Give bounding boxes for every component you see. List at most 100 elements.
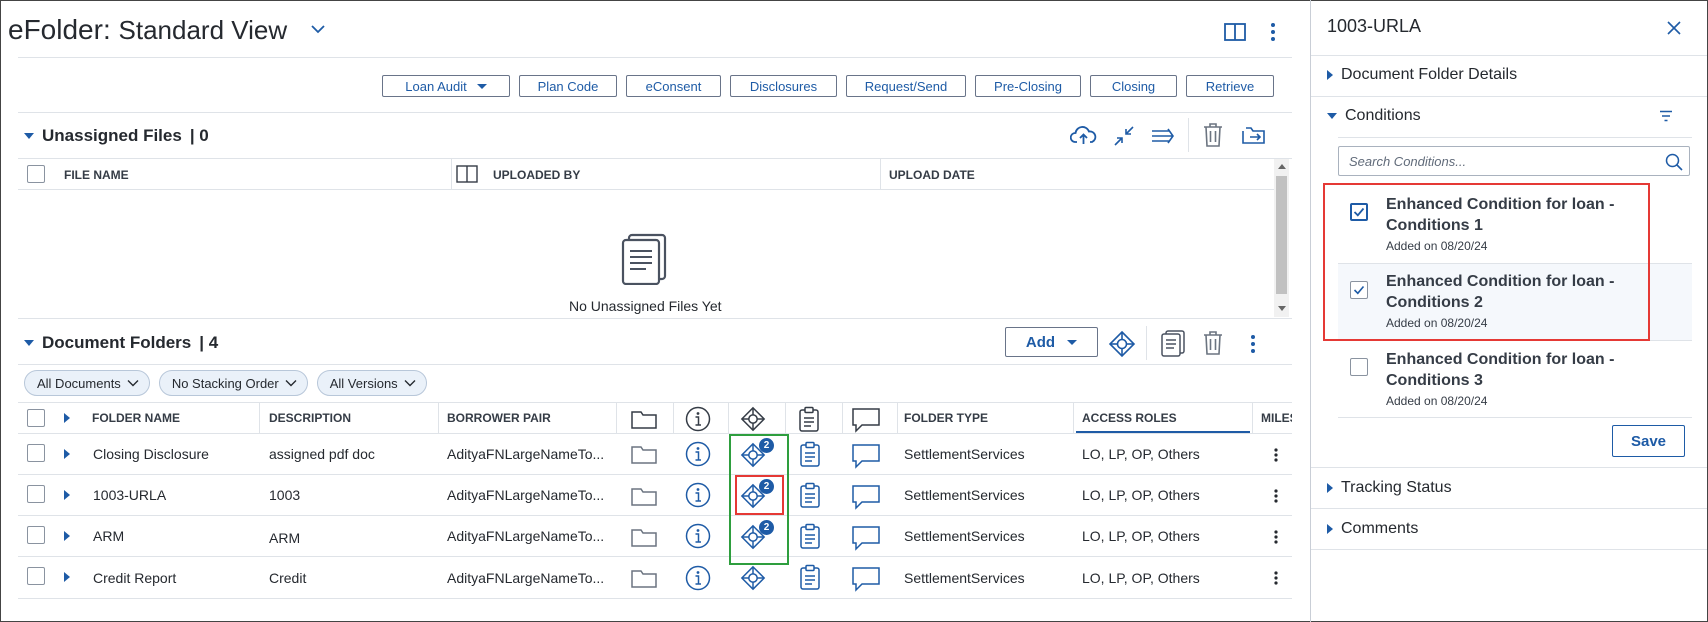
documents-stack-icon[interactable] — [1160, 329, 1186, 357]
conditions-icon[interactable] — [740, 565, 766, 591]
row-more-options-icon[interactable] — [1274, 571, 1278, 585]
document-folder-details-section[interactable]: Document Folder Details — [1327, 66, 1517, 84]
column-divider — [842, 403, 843, 433]
add-label: Add — [1025, 333, 1056, 351]
section-label: Tracking Status — [1341, 479, 1452, 496]
filter-icon[interactable] — [1659, 110, 1673, 122]
tracking-status-section[interactable]: Tracking Status — [1327, 479, 1452, 497]
comments-section[interactable]: Comments — [1327, 520, 1418, 538]
filter-versions[interactable]: All Versions — [316, 370, 427, 396]
trash-icon[interactable] — [1202, 122, 1224, 148]
search-conditions-input[interactable] — [1347, 153, 1647, 170]
save-button[interactable]: Save — [1612, 425, 1685, 457]
section-divider — [18, 318, 1292, 319]
row-checkbox[interactable] — [27, 485, 45, 503]
folder-icon[interactable] — [630, 485, 658, 507]
folder-name[interactable]: 1003-URLA — [93, 487, 166, 503]
info-icon[interactable] — [685, 441, 711, 467]
expand-row-caret-icon[interactable] — [64, 449, 70, 459]
column-divider — [897, 403, 898, 433]
more-options-icon[interactable] — [1250, 334, 1256, 354]
info-icon[interactable] — [685, 482, 711, 508]
conditions-icon[interactable] — [1108, 330, 1136, 358]
clipboard-icon[interactable] — [799, 564, 821, 590]
expand-row-caret-icon[interactable] — [64, 572, 70, 582]
conditions-section[interactable]: Conditions — [1327, 107, 1421, 125]
column-borrower-pair[interactable]: BORROWER PAIR — [447, 411, 551, 425]
column-folder-name[interactable]: FOLDER NAME — [92, 411, 180, 425]
folder-icon[interactable] — [630, 567, 658, 589]
reassign-folder-icon[interactable] — [1240, 124, 1268, 146]
folder-icon[interactable] — [630, 526, 658, 548]
request-send-button[interactable]: Request/Send — [846, 75, 966, 97]
expand-all-caret-icon[interactable] — [64, 413, 70, 423]
view-dropdown-chevron-icon[interactable] — [310, 24, 326, 34]
add-folder-button[interactable]: Add — [1005, 327, 1098, 357]
condition-item[interactable]: Enhanced Condition for loan - Conditions… — [1338, 341, 1692, 417]
column-chooser-icon[interactable] — [456, 165, 478, 183]
chevron-down-icon — [285, 380, 297, 387]
collapse-arrows-icon[interactable] — [1113, 125, 1135, 147]
document-folders-header[interactable]: Document Folders | 4 — [24, 333, 218, 353]
closing-button[interactable]: Closing — [1090, 75, 1177, 97]
column-upload-date[interactable]: UPLOAD DATE — [889, 168, 975, 182]
column-description[interactable]: DESCRIPTION — [269, 411, 351, 425]
row-checkbox[interactable] — [27, 567, 45, 585]
filter-all-documents[interactable]: All Documents — [24, 370, 150, 396]
column-milestone[interactable]: MILES — [1261, 411, 1292, 425]
close-icon[interactable] — [1666, 20, 1682, 36]
scroll-up-arrow-icon[interactable] — [1278, 164, 1286, 169]
plan-code-button[interactable]: Plan Code — [519, 75, 617, 97]
info-icon[interactable] — [685, 565, 711, 591]
info-icon[interactable] — [685, 523, 711, 549]
cloud-upload-icon[interactable] — [1070, 124, 1098, 146]
borrower-pair: AdityaFNLargeNameTo... — [447, 570, 605, 586]
folder-type: SettlementServices — [904, 487, 1025, 503]
comments-icon[interactable] — [851, 443, 881, 469]
comments-icon[interactable] — [851, 484, 881, 510]
row-checkbox[interactable] — [27, 526, 45, 544]
row-more-options-icon[interactable] — [1274, 448, 1278, 462]
row-more-options-icon[interactable] — [1274, 530, 1278, 544]
unassigned-files-header[interactable]: Unassigned Files | 0 — [24, 126, 209, 146]
more-options-icon[interactable] — [1270, 22, 1276, 42]
row-checkbox[interactable] — [27, 444, 45, 462]
split-view-icon[interactable] — [1224, 22, 1246, 42]
econsent-button[interactable]: eConsent — [626, 75, 721, 97]
folder-name[interactable]: Closing Disclosure — [93, 446, 209, 462]
document-folders-title: Document Folders — [42, 333, 192, 352]
pre-closing-button[interactable]: Pre-Closing — [975, 75, 1081, 97]
disclosures-button[interactable]: Disclosures — [730, 75, 837, 97]
retrieve-button[interactable]: Retrieve — [1186, 75, 1274, 97]
access-roles: LO, LP, OP, Others — [1082, 446, 1200, 462]
search-conditions-field[interactable] — [1338, 146, 1690, 176]
column-uploaded-by[interactable]: UPLOADED BY — [493, 168, 580, 182]
folder-name[interactable]: Credit Report — [93, 570, 176, 586]
trash-icon[interactable] — [1202, 330, 1224, 356]
column-folder-type[interactable]: FOLDER TYPE — [904, 411, 988, 425]
clipboard-icon[interactable] — [799, 482, 821, 508]
row-more-options-icon[interactable] — [1274, 489, 1278, 503]
clipboard-icon[interactable] — [799, 523, 821, 549]
loan-audit-button[interactable]: Loan Audit — [382, 75, 510, 97]
select-all-folders-checkbox[interactable] — [27, 409, 45, 427]
expand-row-caret-icon[interactable] — [64, 490, 70, 500]
column-access-roles[interactable]: ACCESS ROLES — [1082, 411, 1177, 425]
move-files-icon[interactable] — [1150, 126, 1176, 146]
condition-checkbox[interactable] — [1350, 358, 1368, 376]
comments-icon[interactable] — [851, 525, 881, 551]
scroll-down-arrow-icon[interactable] — [1278, 306, 1286, 311]
comments-icon[interactable] — [851, 566, 881, 592]
folder-name[interactable]: ARM — [93, 528, 124, 544]
document-folders-count: | 4 — [199, 333, 219, 352]
clipboard-icon[interactable] — [799, 441, 821, 467]
search-icon[interactable] — [1665, 153, 1683, 171]
folder-icon[interactable] — [630, 443, 658, 465]
scrollbar-thumb[interactable] — [1276, 176, 1287, 294]
filter-stacking-order[interactable]: No Stacking Order — [158, 370, 308, 396]
row-divider — [18, 598, 1292, 599]
select-all-files-checkbox[interactable] — [27, 165, 45, 183]
column-file-name[interactable]: FILE NAME — [64, 168, 129, 182]
expand-row-caret-icon[interactable] — [64, 531, 70, 541]
info-column-icon — [685, 406, 711, 432]
